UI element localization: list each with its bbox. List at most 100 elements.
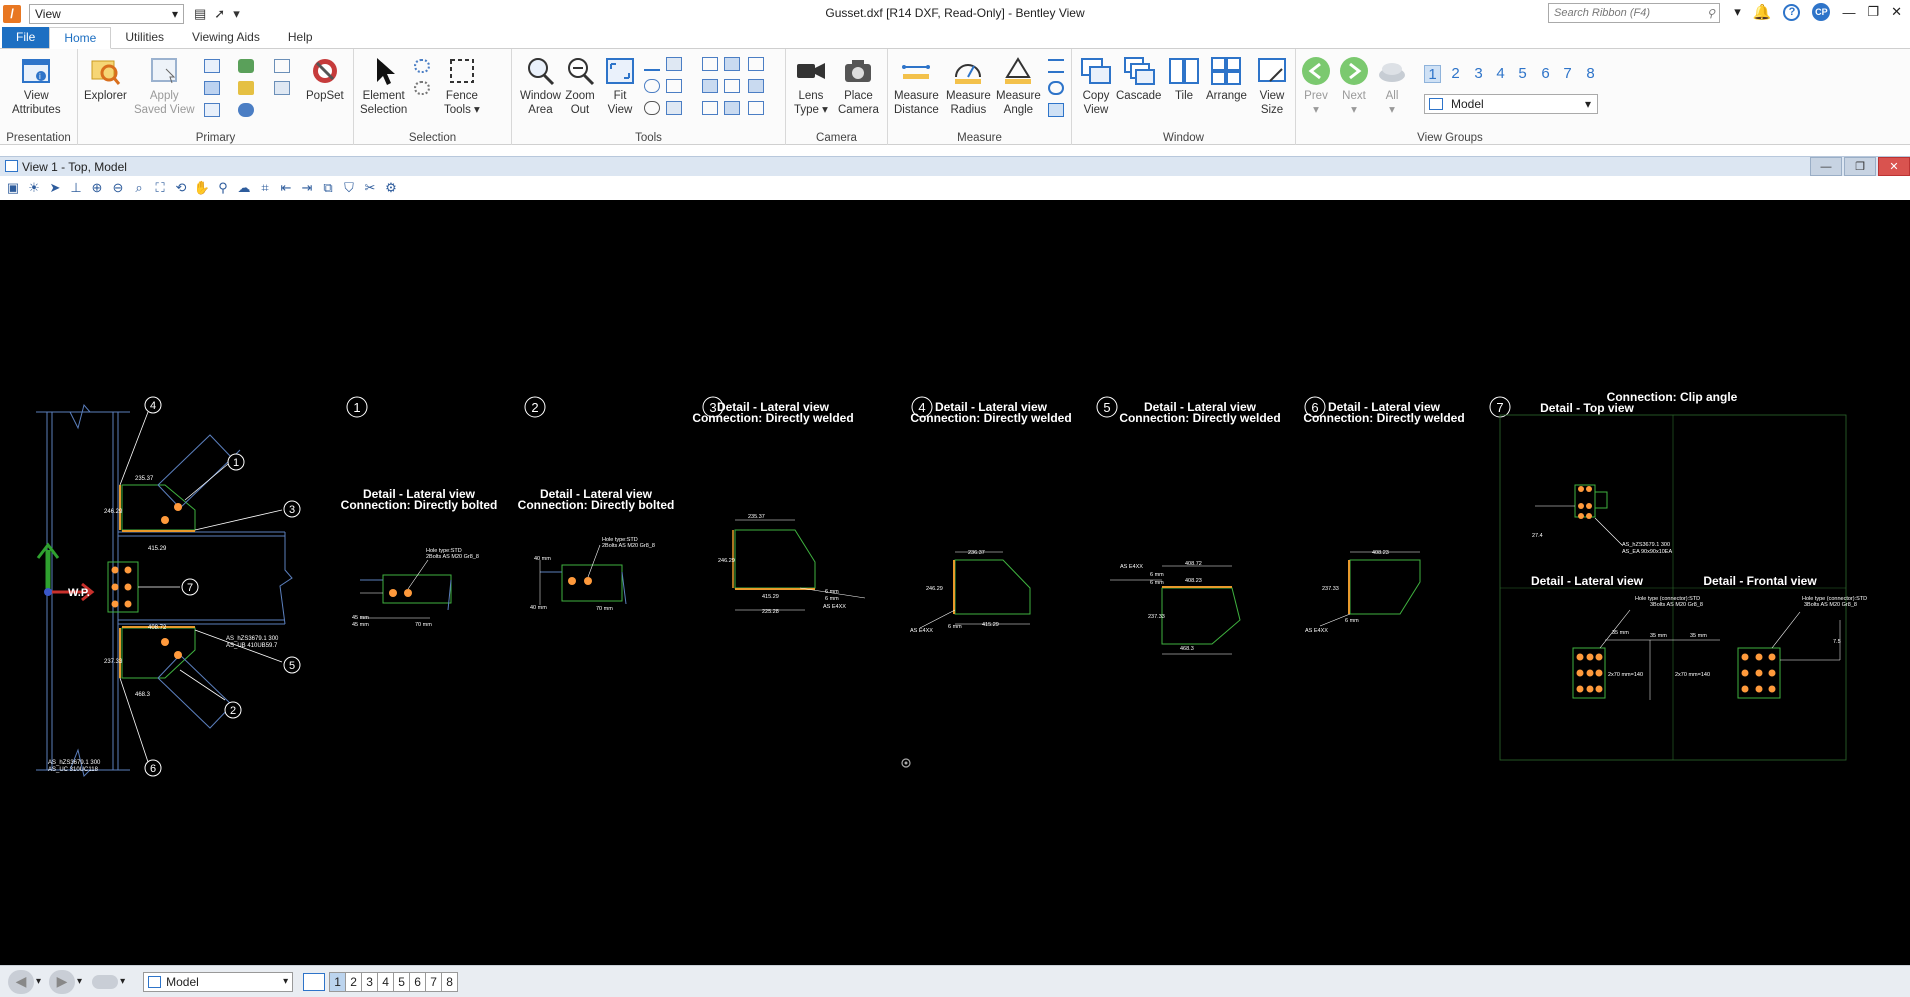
view-previous-icon[interactable]: [666, 57, 682, 71]
rotate-view-icon[interactable]: ⟲: [172, 179, 190, 197]
level-display-icon[interactable]: [204, 59, 220, 73]
tab-file[interactable]: File: [2, 27, 50, 48]
view-number-4[interactable]: 4: [1492, 65, 1509, 83]
view-number-8[interactable]: 8: [1582, 65, 1599, 83]
camera-icon[interactable]: ⌗: [256, 179, 274, 197]
copy-view-icon[interactable]: ⧉: [319, 179, 337, 197]
view-previous-icon[interactable]: ⇤: [277, 179, 295, 197]
pan-icon[interactable]: [644, 57, 660, 71]
view-number-2[interactable]: 2: [1447, 65, 1464, 83]
workflow-select[interactable]: View ▾: [29, 3, 184, 24]
walk-icon[interactable]: [666, 101, 682, 115]
notification-bell-icon[interactable]: 🔔: [1753, 3, 1772, 21]
element-selection-button[interactable]: Element Selection: [360, 55, 407, 117]
tab-home[interactable]: Home: [49, 27, 112, 49]
customize-qat-icon[interactable]: ▾: [233, 6, 240, 22]
apply-saved-view-button[interactable]: Apply Saved View: [134, 55, 195, 117]
bottom-view-icon[interactable]: [748, 79, 764, 93]
drawing-canvas[interactable]: W.P. 235.37 246.29 415.29 408.72 237.33 …: [0, 200, 1910, 965]
cascade-button[interactable]: Cascade: [1116, 55, 1161, 103]
all-button[interactable]: All ▾: [1376, 55, 1408, 117]
view-number-3[interactable]: 3: [1470, 65, 1487, 83]
selection-circle-icon[interactable]: [414, 81, 430, 95]
tab-help[interactable]: Help: [274, 27, 327, 48]
measure-angle-button[interactable]: Measure Angle: [996, 55, 1041, 117]
standard-views-icon[interactable]: [748, 57, 764, 71]
fence-tools-button[interactable]: Fence Tools ▾: [444, 55, 480, 117]
fit-view-button[interactable]: Fit View: [604, 55, 636, 117]
view-minimize-button[interactable]: —: [1810, 157, 1842, 176]
iso-view-icon[interactable]: [702, 79, 718, 93]
status-view-3[interactable]: 3: [361, 971, 379, 992]
search-dropdown-icon[interactable]: ▾: [1734, 4, 1741, 20]
measure-area-icon[interactable]: [1048, 81, 1064, 95]
clip-mask-icon[interactable]: ✂: [361, 179, 379, 197]
front-view-icon[interactable]: [724, 57, 740, 71]
info-icon[interactable]: [238, 103, 254, 117]
next-button[interactable]: Next ▾: [1338, 55, 1370, 117]
view-attributes-button[interactable]: i View Attributes: [12, 55, 61, 117]
explorer-button[interactable]: Explorer: [84, 55, 127, 103]
print-icon[interactable]: ▤: [194, 6, 206, 22]
copy-view-button[interactable]: Copy View: [1080, 55, 1112, 117]
fly-icon[interactable]: ☁: [235, 179, 253, 197]
view-restore-button[interactable]: ❐: [1844, 157, 1876, 176]
view-number-5[interactable]: 5: [1514, 65, 1531, 83]
fit-view-icon[interactable]: ⛶: [151, 179, 169, 197]
measure-length-icon[interactable]: [1048, 59, 1064, 73]
lens-type-button[interactable]: Lens Type ▾: [794, 55, 828, 117]
flip-view-icon[interactable]: [702, 101, 718, 115]
status-view-6[interactable]: 6: [409, 971, 427, 992]
pan-hand-icon[interactable]: ✋: [193, 179, 211, 197]
select-icon[interactable]: ➤: [46, 179, 64, 197]
status-view-7[interactable]: 7: [425, 971, 443, 992]
back-view-icon[interactable]: [748, 101, 764, 115]
selection-target-icon[interactable]: [414, 59, 430, 73]
pan-icon[interactable]: ⊥: [67, 179, 85, 197]
tab-viewing-aids[interactable]: Viewing Aids: [178, 27, 274, 48]
status-view-2[interactable]: 2: [345, 971, 363, 992]
clip-volume-icon[interactable]: ⛉: [340, 179, 358, 197]
status-view-1[interactable]: 1: [329, 971, 347, 992]
clear-clip-icon[interactable]: ⚙: [382, 179, 400, 197]
view-number-1[interactable]: 1: [1424, 65, 1441, 83]
restore-icon[interactable]: ❐: [1867, 4, 1879, 20]
layers-icon[interactable]: [238, 81, 254, 95]
view-group-icon[interactable]: [92, 974, 119, 989]
view-number-6[interactable]: 6: [1537, 65, 1554, 83]
rotate-view-icon[interactable]: [702, 57, 718, 71]
top-view-icon[interactable]: [724, 101, 740, 115]
measure-volume-icon[interactable]: [1048, 103, 1064, 117]
window-area-button[interactable]: Window Area: [520, 55, 561, 117]
rotate-icon[interactable]: [644, 101, 660, 115]
status-view-8[interactable]: 8: [441, 971, 459, 992]
select-cursor-icon[interactable]: ➚: [214, 6, 225, 22]
status-view-4[interactable]: 4: [377, 971, 395, 992]
measure-distance-button[interactable]: Measure Distance: [894, 55, 939, 117]
window-area-icon[interactable]: ⌕: [130, 179, 148, 197]
display-style-icon[interactable]: ☀: [25, 179, 43, 197]
forward-dropdown-icon[interactable]: ▾: [77, 976, 82, 987]
zoom-out-button[interactable]: Zoom Out: [564, 55, 596, 117]
status-view-5[interactable]: 5: [393, 971, 411, 992]
right-view-icon[interactable]: [724, 79, 740, 93]
measure-radius-button[interactable]: Measure Radius: [946, 55, 991, 117]
view-size-button[interactable]: View Size: [1256, 55, 1288, 117]
zoom-out-icon[interactable]: ⊖: [109, 179, 127, 197]
avatar[interactable]: CP: [1812, 3, 1831, 21]
help-icon[interactable]: ?: [1783, 3, 1801, 21]
minimize-icon[interactable]: —: [1842, 5, 1855, 20]
close-icon[interactable]: ✕: [1891, 4, 1902, 20]
view-attributes-icon[interactable]: ▣: [4, 179, 22, 197]
back-button[interactable]: ◀: [8, 969, 34, 994]
forward-button[interactable]: ▶: [49, 969, 76, 994]
status-model-select[interactable]: Model ▾: [143, 971, 294, 992]
back-dropdown-icon[interactable]: ▾: [36, 976, 41, 987]
view-close-button[interactable]: ✕: [1878, 157, 1910, 176]
zoom-in-icon[interactable]: [644, 79, 660, 93]
models-icon[interactable]: [204, 103, 220, 117]
zoom-in-icon[interactable]: ⊕: [88, 179, 106, 197]
arrange-button[interactable]: Arrange: [1206, 55, 1247, 103]
view-next-icon[interactable]: [666, 79, 682, 93]
view-number-7[interactable]: 7: [1559, 65, 1576, 83]
